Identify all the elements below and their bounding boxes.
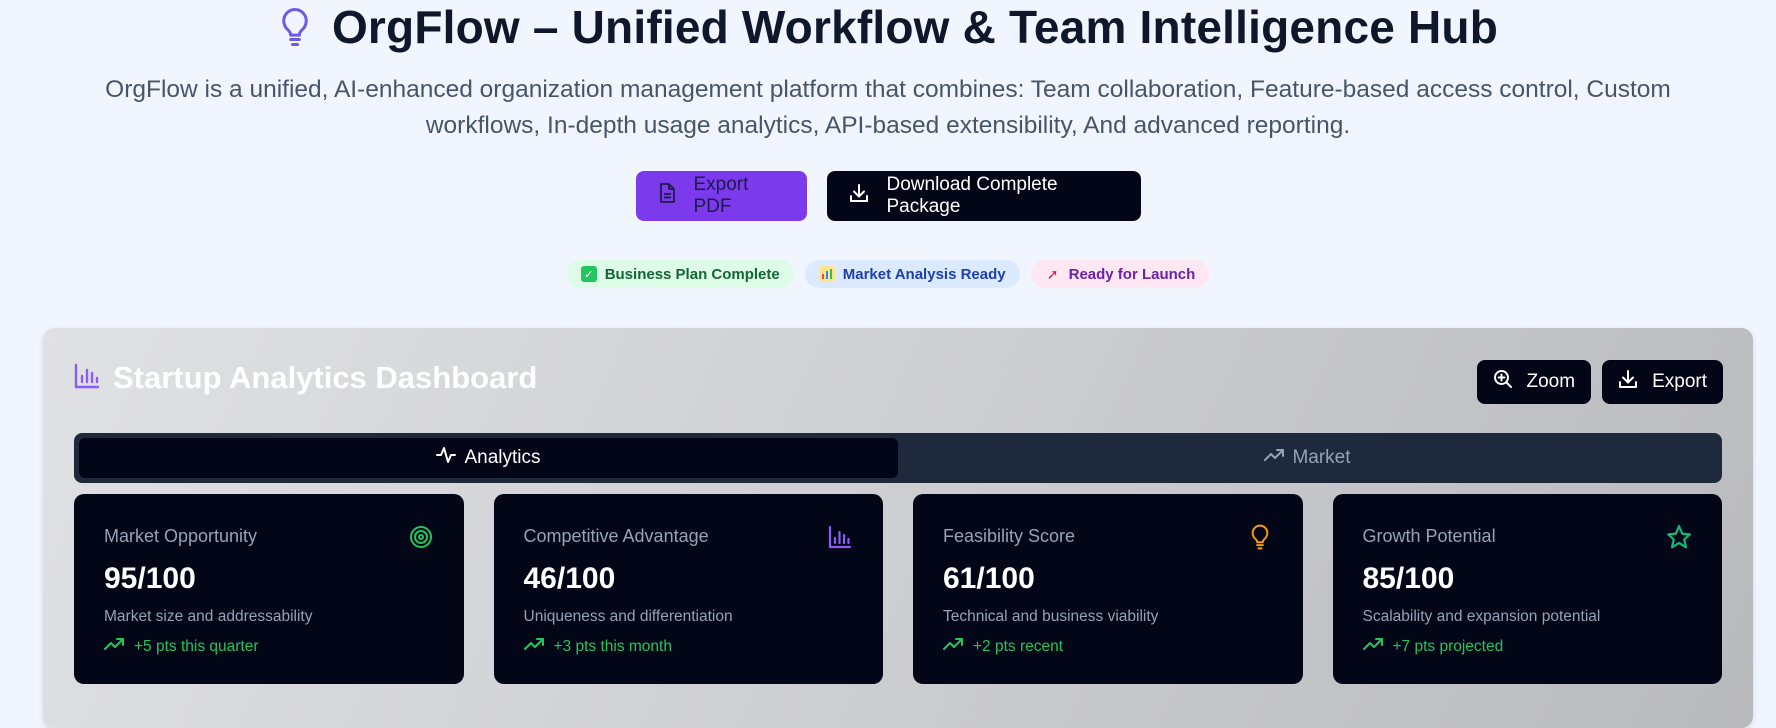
metric-card-growth-potential: Growth Potential 85/100 Scalability and … [1332,494,1722,684]
tab-analytics-label: Analytics [464,447,541,468]
metric-cards: Market Opportunity 95/100 Market size an… [74,494,1722,684]
card-trend-text: +3 pts this month [553,637,672,655]
export-button[interactable]: Export [1602,360,1723,404]
card-label: Growth Potential [1362,526,1496,546]
dashboard-header: Startup Analytics Dashboard [73,360,537,396]
badge-label: Market Analysis Ready [842,265,1006,283]
status-badge: ✓ Business Plan Complete [566,260,794,288]
card-trend: +5 pts this quarter [104,637,259,656]
status-badge: ➚ Ready for Launch [1030,260,1210,288]
card-description: Technical and business viability [943,608,1159,625]
card-label: Feasibility Score [943,526,1076,546]
card-label: Competitive Advantage [523,526,709,546]
trending-up-icon [523,637,544,656]
dashboard-title: Startup Analytics Dashboard [113,360,538,395]
metric-card-market-opportunity: Market Opportunity 95/100 Market size an… [74,494,464,684]
export-pdf-button[interactable]: Export PDF [635,171,807,221]
export-label: Export [1652,371,1707,392]
card-label: Market Opportunity [104,526,258,546]
tab-market-label: Market [1292,447,1351,468]
bar-chart-icon [827,524,853,550]
title-row: OrgFlow – Unified Workflow & Team Intell… [0,2,1776,52]
card-trend-text: +5 pts this quarter [134,637,259,655]
download-package-label: Download Complete Package [886,174,1058,217]
badge-label: Business Plan Complete [604,265,780,283]
zoom-label: Zoom [1526,371,1576,392]
card-description: Scalability and expansion potential [1362,608,1601,625]
lightbulb-icon [1247,524,1273,550]
download-icon [849,183,869,209]
trending-up-icon [1362,637,1383,656]
star-icon [1666,524,1692,550]
dashboard-tabs: Analytics Market [74,433,1722,483]
download-package-button[interactable]: Download Complete Package [826,171,1141,221]
download-icon [1618,369,1638,395]
trending-up-icon [104,637,124,656]
card-trend: +3 pts this month [523,637,672,656]
card-value: 95/100 [104,562,196,595]
tab-market[interactable]: Market [898,438,1717,478]
bar-chart-icon [818,266,835,282]
card-description: Market size and addressability [104,608,313,625]
lightbulb-icon [278,5,312,49]
card-value: 61/100 [943,562,1035,595]
analytics-dashboard: Startup Analytics Dashboard Zoom Export … [43,328,1753,728]
trending-up-icon [943,637,963,656]
bar-chart-icon [73,362,101,395]
card-trend-text: +2 pts recent [973,637,1064,655]
card-description: Uniqueness and differentiation [523,608,733,625]
rocket-icon: ➚ [1046,265,1059,282]
page-subtitle: OrgFlow is a unified, AI-enhanced organi… [105,76,1671,139]
card-trend: +7 pts projected [1362,637,1504,656]
trending-up-icon [1264,445,1285,471]
card-value: 85/100 [1362,562,1455,595]
card-value: 46/100 [523,562,616,595]
target-icon [408,524,434,550]
check-icon: ✓ [580,266,597,282]
status-badge: Market Analysis Ready [804,260,1020,288]
metric-card-competitive-advantage: Competitive Advantage 46/100 Uniqueness … [493,494,883,684]
header-actions: Export PDF Download Complete Package [0,171,1776,221]
activity-icon [436,445,457,471]
export-pdf-label: Export PDF [693,174,749,217]
card-trend: +2 pts recent [943,637,1063,656]
metric-card-feasibility-score: Feasibility Score 61/100 Technical and b… [913,494,1303,684]
file-text-icon [658,183,676,209]
dashboard-actions: Zoom Export [1476,360,1723,404]
zoom-in-icon [1493,369,1513,395]
badge-label: Ready for Launch [1068,265,1196,283]
status-badges: ✓ Business Plan Complete Market Analysis… [0,260,1776,288]
tab-analytics[interactable]: Analytics [79,438,898,478]
card-trend-text: +7 pts projected [1392,637,1504,655]
page-title: OrgFlow – Unified Workflow & Team Intell… [331,1,1499,53]
zoom-button[interactable]: Zoom [1476,360,1592,404]
